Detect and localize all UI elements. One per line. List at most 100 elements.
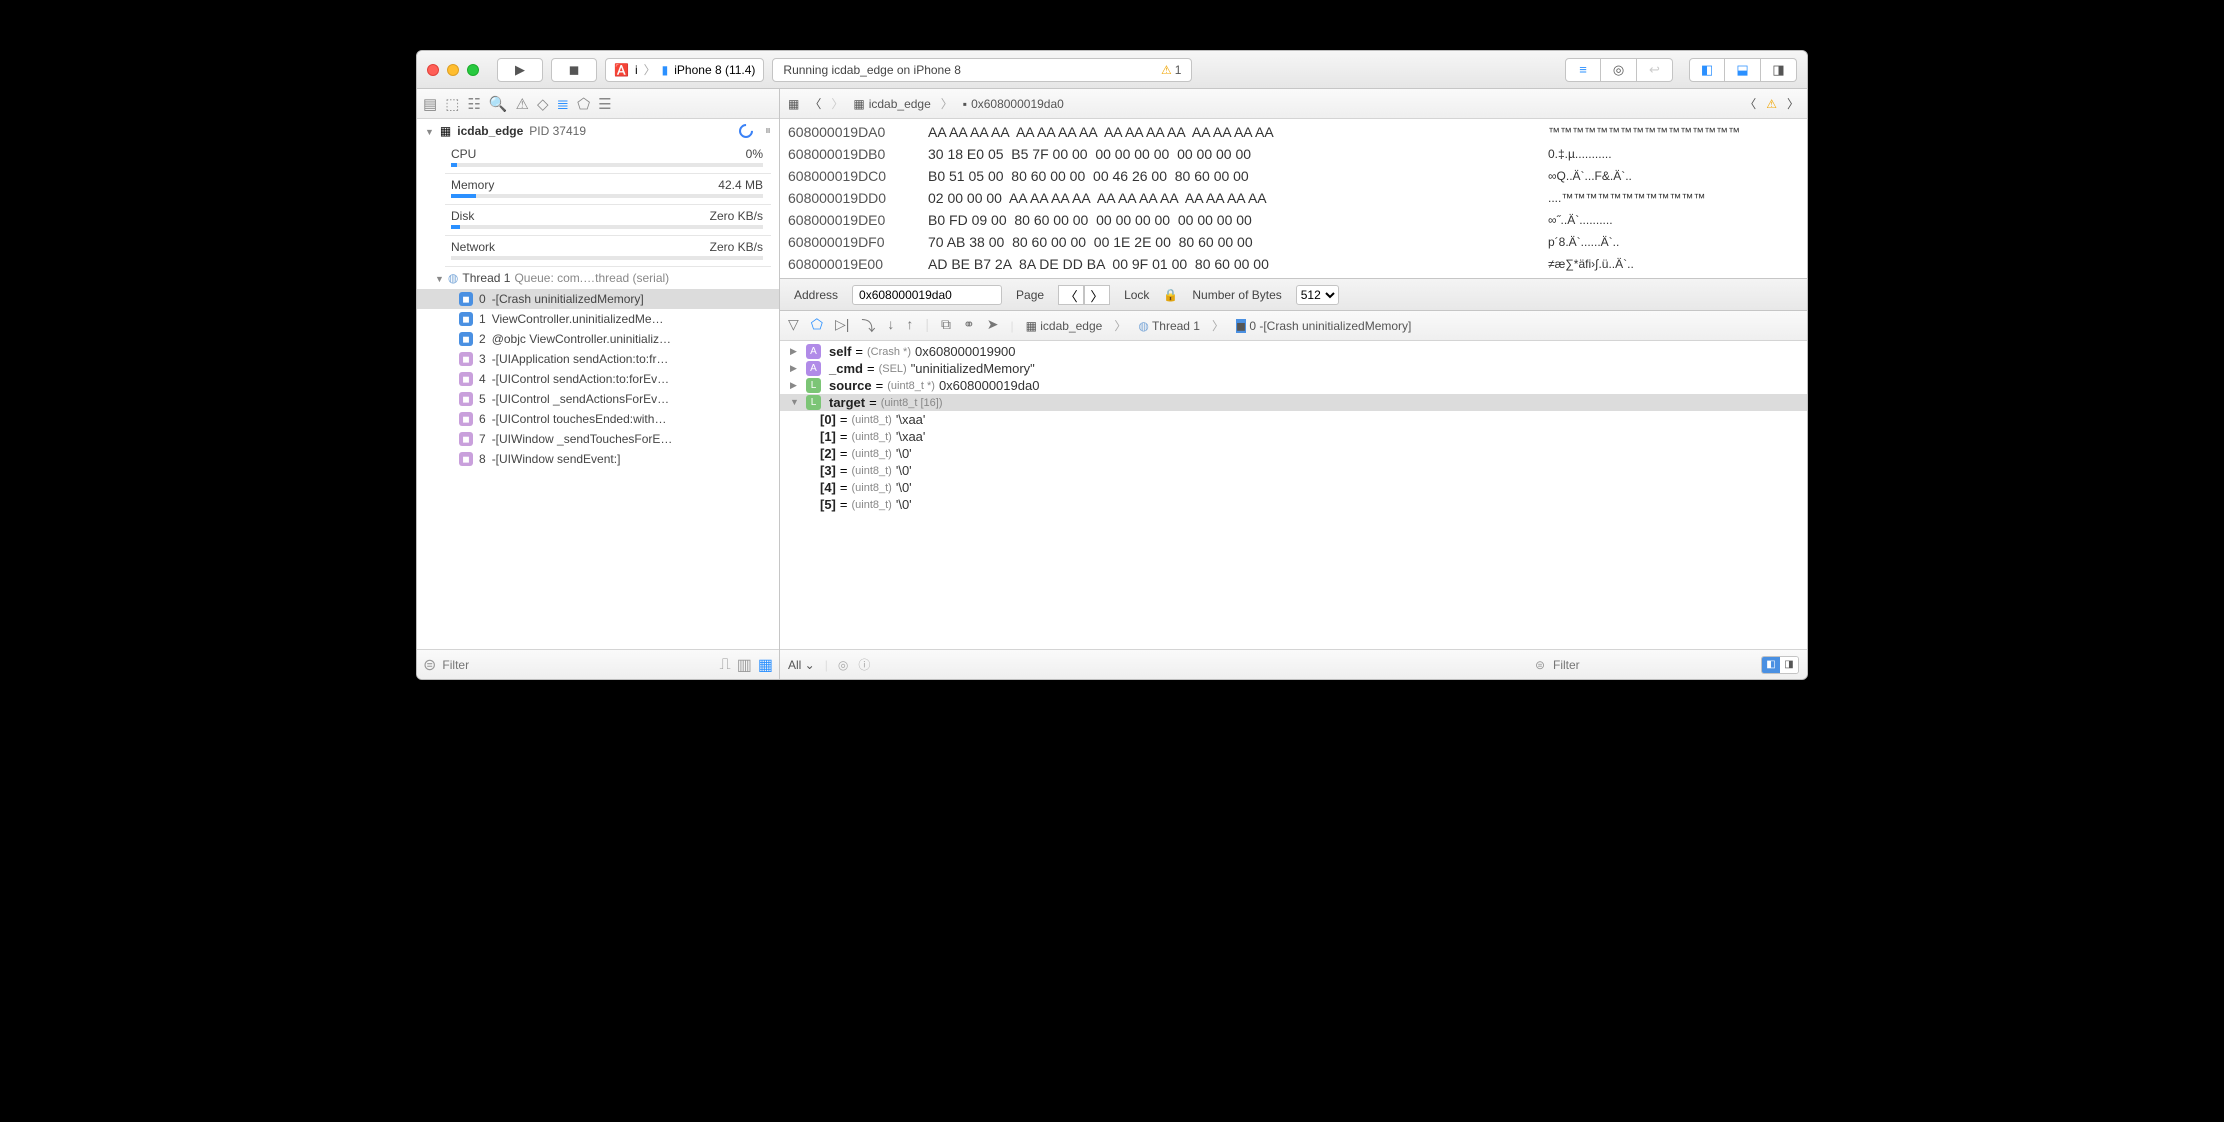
warning-badge[interactable]: ⚠︎ 1 [1161, 63, 1181, 77]
jump-forward-issue-button[interactable]: 〉 [1787, 95, 1799, 112]
stack-frame[interactable]: ◼8 -[UIWindow sendEvent:] [417, 449, 779, 469]
process-row[interactable]: ▦ icdab_edge PID 37419 ⏸ [417, 119, 779, 143]
jump-crumb-2[interactable]: ▪ 0x608000019da0 [963, 97, 1064, 111]
assistant-editor-button[interactable]: ◎ [1601, 58, 1637, 82]
jump-back-issue-button[interactable]: 〈 [1744, 95, 1756, 112]
run-button[interactable]: ▶ [497, 58, 543, 82]
filter-icon[interactable]: ⊜ [1535, 658, 1545, 672]
test-nav-icon[interactable]: ◇ [537, 95, 549, 113]
variable-row[interactable]: Aself = (Crash *) 0x608000019900 [780, 343, 1807, 360]
resource-row[interactable]: NetworkZero KB/s [417, 236, 779, 254]
standard-editor-button[interactable]: ≡ [1565, 58, 1601, 82]
breakpoint-nav-icon[interactable]: ⬠ [577, 95, 590, 113]
resource-row[interactable]: CPU0% [417, 143, 779, 161]
stack-frame[interactable]: ◼7 -[UIWindow _sendTouchesForE… [417, 429, 779, 449]
continue-button[interactable]: ▷| [835, 316, 849, 336]
jump-crumb-1[interactable]: ▦ icdab_edge [853, 97, 930, 111]
issue-nav-icon[interactable]: ⚠︎ [516, 95, 529, 113]
stack-frame[interactable]: ◼1 ViewController.uninitializedMe… [417, 309, 779, 329]
report-nav-icon[interactable]: ☰ [598, 95, 611, 113]
source-control-nav-icon[interactable]: ⬚ [445, 95, 459, 113]
related-items-icon[interactable]: ▦ [788, 97, 799, 111]
project-nav-icon[interactable]: ▤ [423, 95, 437, 113]
filter-opt3-icon[interactable]: ▦ [758, 655, 773, 675]
page-prev-button[interactable]: 〈 [1058, 285, 1084, 305]
step-into-button[interactable]: ↓ [887, 316, 894, 336]
stack-frame[interactable]: ◼0 -[Crash uninitializedMemory] [417, 289, 779, 309]
filter-icon[interactable]: ⊜ [423, 655, 436, 675]
disclosure-triangle-icon[interactable] [435, 271, 444, 285]
disclosure-triangle-icon[interactable] [790, 397, 802, 408]
navigator-tabs[interactable]: ▤ ⬚ ☷ 🔍 ⚠︎ ◇ ≣ ⬠ ☰ [417, 89, 779, 119]
stack-frame[interactable]: ◼6 -[UIControl touchesEnded:with… [417, 409, 779, 429]
debug-crumb-3[interactable]: ◼ 0 -[Crash uninitializedMemory] [1236, 319, 1411, 333]
thread-row[interactable]: ◍ Thread 1 Queue: com.…thread (serial) [417, 267, 779, 289]
variable-array-item[interactable]: [5] = (uint8_t) '\0' [780, 496, 1807, 513]
variables-view[interactable]: Aself = (Crash *) 0x608000019900A_cmd = … [780, 341, 1807, 649]
show-console-icon[interactable]: ◨ [1780, 657, 1798, 673]
frame-label: -[UIControl _sendActionsForEv… [492, 392, 669, 406]
close-icon[interactable] [427, 64, 439, 76]
bytes-select[interactable]: 512 [1296, 285, 1339, 305]
stack-frame[interactable]: ◼5 -[UIControl _sendActionsForEv… [417, 389, 779, 409]
symbol-nav-icon[interactable]: ☷ [467, 95, 480, 113]
variables-filter-input[interactable] [1553, 658, 1753, 672]
navigator-filter-input[interactable] [442, 658, 713, 672]
location-icon[interactable]: ➤ [987, 316, 999, 336]
variable-row[interactable]: Ltarget = (uint8_t [16]) [780, 394, 1807, 411]
lock-icon[interactable]: 🔒 [1163, 288, 1178, 302]
console-toggle[interactable]: ◧ ◨ [1761, 656, 1799, 674]
debug-crumb-1[interactable]: ▦ icdab_edge [1026, 319, 1103, 333]
step-out-button[interactable]: ↑ [906, 316, 913, 336]
pause-icon[interactable]: ⏸ [765, 123, 771, 138]
debug-crumb-2[interactable]: ◍ Thread 1 [1138, 319, 1200, 333]
debug-view-icon[interactable]: ⧉ [941, 316, 951, 336]
debug-nav-icon[interactable]: ≣ [557, 95, 570, 113]
breakpoints-toggle-icon[interactable]: ⬠ [811, 316, 823, 336]
stop-button[interactable]: ◼ [551, 58, 597, 82]
zoom-icon[interactable] [467, 64, 479, 76]
minimize-icon[interactable] [447, 64, 459, 76]
scheme-selector[interactable]: 🅰️ i 〉 ▮ iPhone 8 (11.4) [605, 58, 764, 82]
stack-frame[interactable]: ◼3 -[UIApplication sendAction:to:fr… [417, 349, 779, 369]
disclosure-triangle-icon[interactable] [790, 346, 802, 357]
frame-label: -[UIControl touchesEnded:with… [492, 412, 667, 426]
show-variables-icon[interactable]: ◧ [1762, 657, 1780, 673]
forward-button[interactable]: 〉 [831, 95, 843, 112]
address-input[interactable] [852, 285, 1002, 305]
find-nav-icon[interactable]: 🔍 [489, 95, 508, 113]
variable-array-item[interactable]: [1] = (uint8_t) '\xaa' [780, 428, 1807, 445]
variable-array-item[interactable]: [3] = (uint8_t) '\0' [780, 462, 1807, 479]
step-over-button[interactable]: ⤵ [861, 316, 875, 336]
gauge-icon[interactable] [736, 121, 756, 141]
print-description-icon[interactable]: ⓘ [858, 656, 870, 673]
resource-row[interactable]: Memory42.4 MB [417, 174, 779, 192]
variable-array-item[interactable]: [4] = (uint8_t) '\0' [780, 479, 1807, 496]
disclosure-triangle-icon[interactable] [790, 363, 802, 374]
stack-frame[interactable]: ◼2 @objc ViewController.uninitializ… [417, 329, 779, 349]
back-button[interactable]: 〈 [809, 95, 821, 112]
memory-graph-icon[interactable]: ⚭ [963, 316, 975, 336]
toggle-inspector-button[interactable]: ◨ [1761, 58, 1797, 82]
toggle-debug-button[interactable]: ⬓ [1725, 58, 1761, 82]
version-editor-button[interactable]: ↩ [1637, 58, 1673, 82]
jump-bar[interactable]: ▦ 〈 〉 ▦ icdab_edge 〉 ▪ 0x608000019da0 〈 … [780, 89, 1807, 119]
memory-hex-view[interactable]: 608000019DA0AA AA AA AA AA AA AA AA AA A… [780, 119, 1807, 279]
disclosure-triangle-icon[interactable] [790, 380, 802, 391]
variable-row[interactable]: Lsource = (uint8_t *) 0x608000019da0 [780, 377, 1807, 394]
disclosure-triangle-icon[interactable] [425, 124, 434, 138]
resource-row[interactable]: DiskZero KB/s [417, 205, 779, 223]
filter-opt2-icon[interactable]: ▥ [737, 655, 752, 675]
scope-selector[interactable]: All ⌄ [788, 658, 815, 672]
variable-array-item[interactable]: [0] = (uint8_t) '\xaa' [780, 411, 1807, 428]
variable-row[interactable]: A_cmd = (SEL) "uninitializedMemory" [780, 360, 1807, 377]
page-next-button[interactable]: 〉 [1084, 285, 1110, 305]
stack-frame[interactable]: ◼4 -[UIControl sendAction:to:forEv… [417, 369, 779, 389]
frame-index: 5 [479, 392, 486, 406]
variable-array-item[interactable]: [2] = (uint8_t) '\0' [780, 445, 1807, 462]
quicklook-icon[interactable]: ◎ [838, 658, 848, 672]
warning-icon[interactable]: ⚠︎ [1766, 97, 1777, 111]
filter-opt1-icon[interactable]: ⎍ [720, 656, 731, 674]
hide-debug-icon[interactable]: ▽ [788, 316, 799, 336]
toggle-navigator-button[interactable]: ◧ [1689, 58, 1725, 82]
